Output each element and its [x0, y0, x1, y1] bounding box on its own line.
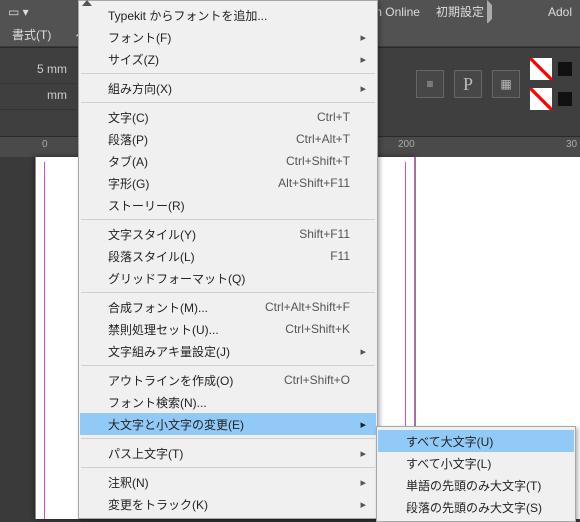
unit-field-2[interactable]: mm [0, 84, 75, 110]
menu-kinsoku[interactable]: 禁則処理セット(U)...Ctrl+Shift+K [80, 318, 376, 340]
stroke-swatch[interactable] [530, 88, 552, 110]
menu-outline[interactable]: アウトラインを作成(O)Ctrl+Shift+O [80, 369, 376, 391]
unit-field-1[interactable]: 5 mm [0, 58, 75, 84]
menu-notes[interactable]: 注釈(N) [80, 471, 376, 493]
menu-character[interactable]: 文字(C)Ctrl+T [80, 106, 376, 128]
separator [81, 438, 375, 439]
menu-findfont[interactable]: フォント検索(N)... [80, 391, 376, 413]
menu-pathtype[interactable]: パス上文字(T) [80, 442, 376, 464]
selection-tool-icon[interactable]: ▭ ▾ [0, 3, 37, 21]
separator [81, 365, 375, 366]
ruler-tick: 30 [566, 139, 577, 150]
menu-typekit[interactable]: Typekit からフォントを追加... [80, 4, 376, 26]
text-frame-icon[interactable]: ≡ [416, 70, 444, 98]
preset-dropdown[interactable]: 初期設定 [428, 1, 500, 22]
separator [81, 292, 375, 293]
menu-story[interactable]: ストーリー(R) [80, 194, 376, 216]
menu-size[interactable]: サイズ(Z) [80, 48, 376, 70]
grid-icon[interactable]: ▦ [492, 70, 520, 98]
separator [81, 73, 375, 74]
menu-tab[interactable]: タブ(A)Ctrl+Shift+T [80, 150, 376, 172]
separator [81, 102, 375, 103]
menu-changecase[interactable]: 大文字と小文字の変更(E) [80, 413, 376, 435]
type-menu: Typekit からフォントを追加... フォント(F) サイズ(Z) 組み方向… [78, 0, 378, 519]
changecase-submenu: すべて大文字(U) すべて小文字(L) 単語の先頭のみ大文字(T) 段落の先頭の… [376, 426, 576, 522]
submenu-lowercase[interactable]: すべて小文字(L) [378, 452, 574, 474]
separator [81, 219, 375, 220]
ruler-tick: 200 [398, 139, 415, 150]
stroke-mini-swatch[interactable] [558, 92, 572, 106]
separator [81, 467, 375, 468]
menu-format[interactable]: 書式(T) [0, 24, 63, 45]
adobe-label: Adol [540, 3, 580, 21]
menu-font[interactable]: フォント(F) [80, 26, 376, 48]
paragraph-style-icon[interactable]: P [454, 70, 482, 98]
fill-swatch[interactable] [530, 58, 552, 80]
menu-track[interactable]: 変更をトラック(K) [80, 493, 376, 515]
menu-charstyle[interactable]: 文字スタイル(Y)Shift+F11 [80, 223, 376, 245]
menu-gridformat[interactable]: グリッドフォーマット(Q) [80, 267, 376, 289]
submenu-uppercase[interactable]: すべて大文字(U) [378, 430, 574, 452]
menu-paragraph[interactable]: 段落(P)Ctrl+Alt+T [80, 128, 376, 150]
menu-compfont[interactable]: 合成フォント(M)...Ctrl+Alt+Shift+F [80, 296, 376, 318]
fill-mini-swatch[interactable] [558, 62, 572, 76]
menu-direction[interactable]: 組み方向(X) [80, 77, 376, 99]
submenu-titlecase[interactable]: 単語の先頭のみ大文字(T) [378, 474, 574, 496]
ruler-tick: 0 [42, 139, 48, 150]
menu-mojikumi[interactable]: 文字組みアキ量設定(J) [80, 340, 376, 362]
submenu-sentencecase[interactable]: 段落の先頭のみ大文字(S) [378, 496, 574, 518]
menu-parastyle[interactable]: 段落スタイル(L)F11 [80, 245, 376, 267]
menu-glyph[interactable]: 字形(G)Alt+Shift+F11 [80, 172, 376, 194]
